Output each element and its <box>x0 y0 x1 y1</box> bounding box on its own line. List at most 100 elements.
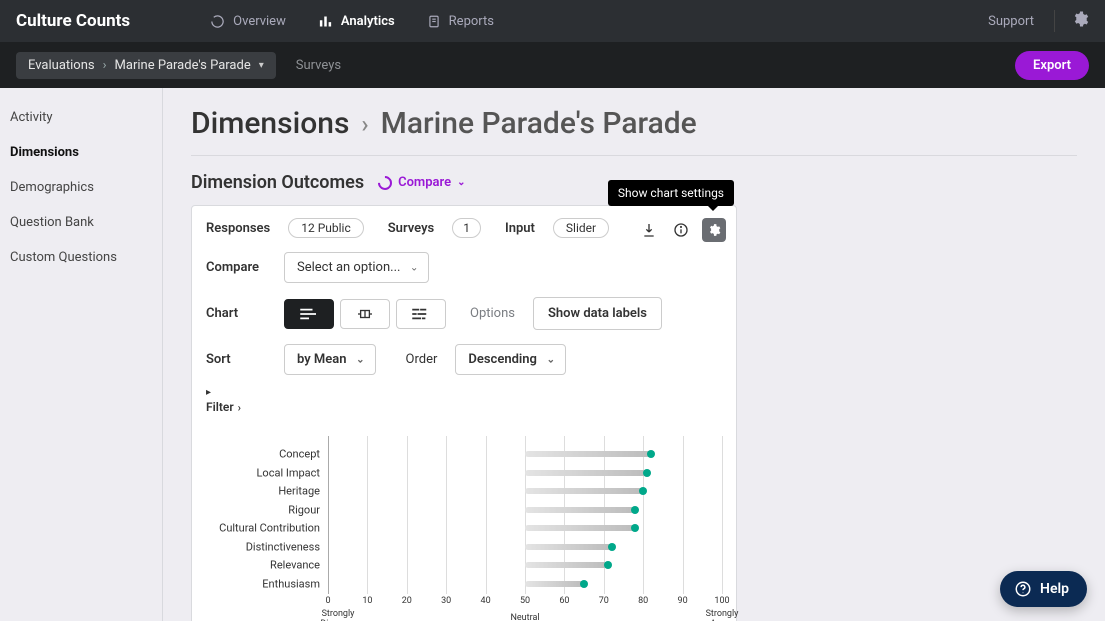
filter-toggle[interactable]: Filter › <box>206 400 722 414</box>
compare-select-value: Select an option... <box>297 260 400 275</box>
chart-dot <box>604 561 612 569</box>
chart-dot <box>639 487 647 495</box>
chart-y-label: Local Impact <box>257 466 321 479</box>
chevron-right-icon: › <box>238 401 241 414</box>
breadcrumb-selector[interactable]: Evaluations › Marine Parade's Parade ▾ <box>16 52 276 79</box>
surveys-label: Surveys <box>388 221 434 236</box>
nav-analytics-label: Analytics <box>341 14 395 29</box>
chart-x-tick: 80 <box>638 596 648 606</box>
order-label: Order <box>406 352 438 367</box>
chart-type-horizontal-bar[interactable] <box>284 299 334 329</box>
chart-x-tick: 40 <box>481 596 491 606</box>
compare-link[interactable]: Compare ⌄ <box>378 175 465 190</box>
chart-x-tick: 60 <box>559 596 569 606</box>
caret-down-icon: ⌄ <box>457 177 465 188</box>
page-title-main: Dimensions <box>191 106 349 141</box>
chart-y-label: Cultural Contribution <box>219 522 320 535</box>
chart-bar <box>525 562 608 568</box>
page-title-sub: Marine Parade's Parade <box>381 106 697 141</box>
section-title: Dimension Outcomes <box>191 172 364 193</box>
chart-label: Chart <box>206 306 266 321</box>
sidebar-item-activity[interactable]: Activity <box>0 100 162 135</box>
chart: Concept Local Impact Heritage Rigour Cultura… <box>192 424 736 621</box>
order-select-value: Descending <box>468 352 537 367</box>
order-select[interactable]: Descending ⌄ <box>455 344 566 375</box>
chart-bar <box>525 581 584 587</box>
sidebar-item-dimensions[interactable]: Dimensions <box>0 135 162 170</box>
dimension-outcomes-card: Show chart settings Responses 12 Public … <box>191 205 737 621</box>
filter-toggle-label: Filter <box>206 400 234 414</box>
sort-select-value: by Mean <box>297 352 347 367</box>
sidebar-item-custom-questions[interactable]: Custom Questions <box>0 240 162 275</box>
chart-x-tick: 0 <box>325 596 330 606</box>
support-link[interactable]: Support <box>988 14 1034 29</box>
topbar: Culture Counts Overview Analytics Report… <box>0 0 1105 42</box>
sidebar-item-demographics[interactable]: Demographics <box>0 170 162 205</box>
chevron-down-icon: ⌄ <box>356 354 364 365</box>
breadcrumb-root: Evaluations <box>28 58 95 73</box>
document-icon <box>427 14 441 29</box>
info-icon[interactable] <box>670 219 692 241</box>
chevron-right-icon: › <box>103 58 107 73</box>
chart-y-label: Concept <box>279 448 320 461</box>
divider <box>191 155 1077 156</box>
chart-y-label: Rigour <box>288 503 320 516</box>
compare-label: Compare <box>206 260 266 275</box>
brand: Culture Counts <box>16 11 130 31</box>
compare-link-label: Compare <box>398 175 451 190</box>
nav-reports-label: Reports <box>449 14 494 29</box>
chart-dot <box>631 506 639 514</box>
chart-settings-button[interactable]: Show chart settings <box>702 218 726 242</box>
input-pill[interactable]: Slider <box>553 218 609 238</box>
chart-x-tick: 90 <box>678 596 688 606</box>
chart-y-label: Heritage <box>278 485 320 498</box>
sort-select[interactable]: by Mean ⌄ <box>284 344 376 375</box>
show-data-labels-button[interactable]: Show data labels <box>533 297 662 330</box>
expand-icon[interactable]: ▸ <box>206 387 722 398</box>
chart-dot <box>631 524 639 532</box>
surveys-pill[interactable]: 1 <box>452 218 481 238</box>
help-label: Help <box>1040 581 1069 597</box>
chevron-down-icon: ⌄ <box>547 354 555 365</box>
help-button[interactable]: Help <box>1000 571 1087 607</box>
refresh-icon <box>210 14 225 29</box>
sidebar: Activity Dimensions Demographics Questio… <box>0 88 163 621</box>
nav-overview[interactable]: Overview <box>210 14 286 29</box>
chart-dot <box>608 543 616 551</box>
input-label: Input <box>505 221 535 236</box>
breadcrumb-item: Marine Parade's Parade <box>115 58 251 73</box>
export-button[interactable]: Export <box>1015 51 1089 80</box>
chart-x-tick: 100 <box>714 596 729 606</box>
sidebar-item-question-bank[interactable]: Question Bank <box>0 205 162 240</box>
chart-bar <box>525 451 651 457</box>
chart-x-anno-right: StronglyAgree <box>692 610 752 621</box>
responses-label: Responses <box>206 221 270 236</box>
chart-x-tick: 30 <box>441 596 451 606</box>
chevron-down-icon: ⌄ <box>410 262 418 273</box>
breadcrumb-surveys[interactable]: Surveys <box>296 58 341 73</box>
download-icon[interactable] <box>638 219 660 241</box>
compare-icon <box>375 173 395 193</box>
responses-pill[interactable]: 12 Public <box>288 218 364 238</box>
breadcrumb-bar: Evaluations › Marine Parade's Parade ▾ S… <box>0 42 1105 88</box>
chart-bar <box>525 525 635 531</box>
chart-type-stacked[interactable] <box>396 299 446 329</box>
chart-dot <box>647 450 655 458</box>
chart-bar <box>525 544 612 550</box>
caret-down-icon: ▾ <box>259 60 264 71</box>
gear-icon[interactable] <box>1054 10 1089 32</box>
chart-y-label: Enthusiasm <box>262 577 320 590</box>
chart-x-tick: 10 <box>362 596 372 606</box>
chart-x-anno-mid: Neutral <box>500 614 550 621</box>
nav-reports[interactable]: Reports <box>427 14 494 29</box>
compare-select[interactable]: Select an option... ⌄ <box>284 252 429 283</box>
options-label: Options <box>470 306 515 321</box>
nav-analytics[interactable]: Analytics <box>318 14 395 29</box>
chevron-right-icon: › <box>361 110 368 138</box>
chart-y-label: Relevance <box>270 559 320 572</box>
chart-type-boxplot[interactable] <box>340 299 390 329</box>
page-title: Dimensions › Marine Parade's Parade <box>191 106 1077 141</box>
chart-bar <box>525 507 635 513</box>
sort-label: Sort <box>206 352 266 367</box>
chart-bar <box>525 470 647 476</box>
